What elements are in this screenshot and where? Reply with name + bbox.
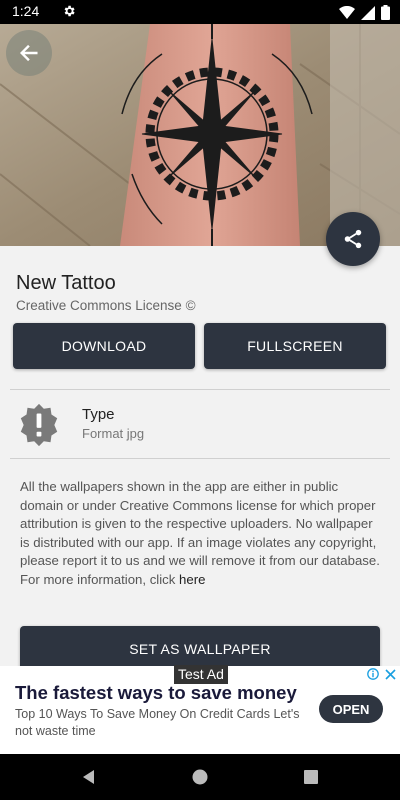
battery-icon	[381, 5, 390, 20]
ad-controls	[367, 668, 396, 680]
nav-recents-button[interactable]	[300, 766, 322, 788]
wallpaper-preview-image[interactable]	[0, 24, 400, 246]
share-button[interactable]	[326, 212, 380, 266]
fullscreen-button[interactable]: FULLSCREEN	[204, 323, 386, 369]
gear-icon	[64, 5, 75, 17]
divider	[10, 389, 390, 390]
nav-back-button[interactable]	[78, 766, 100, 788]
back-button[interactable]	[6, 30, 52, 76]
share-icon	[344, 229, 362, 249]
signal-icon	[361, 5, 375, 20]
system-nav-bar	[0, 754, 400, 800]
ad-choices-icon[interactable]	[367, 668, 379, 680]
disclaimer-text: All the wallpapers shown in the app are …	[20, 479, 380, 587]
ad-banner[interactable]: Test Ad The fastest ways to save money T…	[0, 665, 400, 754]
license-text: Creative Commons License ©	[16, 298, 196, 313]
alert-badge-icon	[20, 403, 58, 447]
type-value: Format jpg	[82, 426, 145, 441]
ad-body: Top 10 Ways To Save Money On Credit Card…	[15, 707, 300, 738]
triangle-back-icon	[83, 770, 94, 784]
status-time: 1:24	[12, 3, 40, 19]
circle-home-icon	[192, 769, 208, 785]
divider	[10, 458, 390, 459]
copyright-disclaimer: All the wallpapers shown in the app are …	[20, 478, 382, 589]
close-icon[interactable]	[385, 668, 396, 680]
wallpaper-title: New Tattoo	[16, 272, 116, 294]
wifi-icon	[339, 5, 355, 19]
arrow-left-icon	[19, 44, 38, 62]
wallpaper-details: New Tattoo Creative Commons License © DO…	[0, 246, 400, 672]
ad-open-button[interactable]: OPEN	[319, 695, 383, 723]
ad-headline[interactable]: The fastest ways to save money	[15, 682, 297, 704]
nav-home-button[interactable]	[189, 766, 211, 788]
square-recents-icon	[304, 770, 318, 784]
download-button[interactable]: DOWNLOAD	[13, 323, 195, 369]
type-label: Type	[82, 406, 115, 423]
more-info-link[interactable]: here	[179, 572, 205, 587]
status-bar: 1:24	[0, 0, 400, 24]
